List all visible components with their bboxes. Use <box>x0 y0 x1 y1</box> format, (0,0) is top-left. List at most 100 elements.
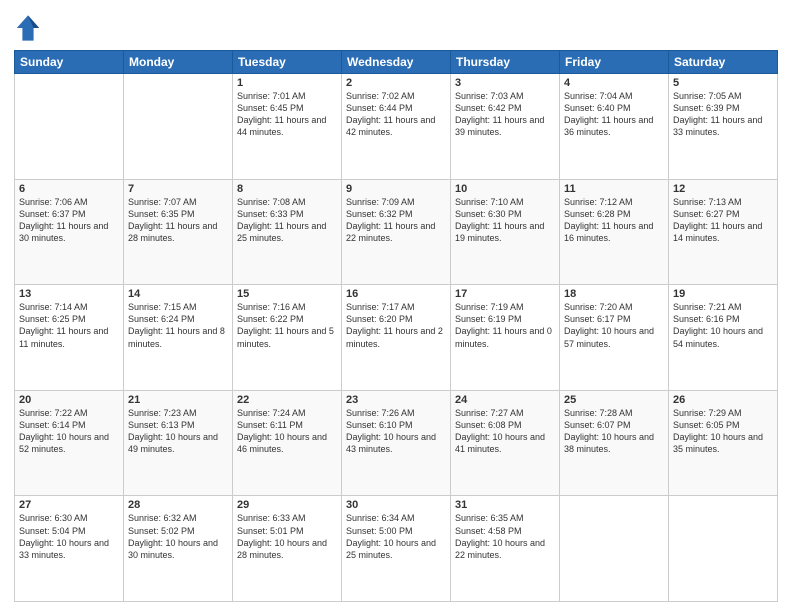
day-number: 30 <box>346 499 446 511</box>
calendar-day-cell <box>15 74 124 180</box>
sunset-text: Sunset: 6:42 PM <box>455 103 522 113</box>
weekday-header-cell: Friday <box>560 51 669 74</box>
daylight-text: Daylight: 11 hours and 44 minutes. <box>237 115 326 137</box>
day-number: 29 <box>237 499 337 511</box>
day-number: 26 <box>673 394 773 406</box>
calendar-week-row: 6Sunrise: 7:06 AMSunset: 6:37 PMDaylight… <box>15 179 778 285</box>
calendar-day-cell: 21Sunrise: 7:23 AMSunset: 6:13 PMDayligh… <box>124 390 233 496</box>
day-info: Sunrise: 7:16 AMSunset: 6:22 PMDaylight:… <box>237 301 337 350</box>
calendar-week-row: 1Sunrise: 7:01 AMSunset: 6:45 PMDaylight… <box>15 74 778 180</box>
day-info: Sunrise: 7:19 AMSunset: 6:19 PMDaylight:… <box>455 301 555 350</box>
calendar-day-cell: 24Sunrise: 7:27 AMSunset: 6:08 PMDayligh… <box>451 390 560 496</box>
day-info: Sunrise: 7:03 AM Sunset: 6:42 PM Daylight:… <box>455 90 555 139</box>
day-number: 9 <box>346 183 446 195</box>
day-info: Sunrise: 7:08 AMSunset: 6:33 PMDaylight:… <box>237 196 337 245</box>
sunrise-text: Sunrise: 7:23 AM <box>128 408 197 418</box>
daylight-text: Daylight: 10 hours and 25 minutes. <box>346 538 436 560</box>
sunset-text: Sunset: 6:27 PM <box>673 209 740 219</box>
weekday-header-cell: Saturday <box>669 51 778 74</box>
daylight-text: Daylight: 11 hours and 22 minutes. <box>346 221 435 243</box>
daylight-text: Daylight: 10 hours and 49 minutes. <box>128 432 218 454</box>
calendar-day-cell: 1Sunrise: 7:01 AMSunset: 6:45 PMDaylight… <box>233 74 342 180</box>
day-number: 7 <box>128 183 228 195</box>
day-info: Sunrise: 7:24 AMSunset: 6:11 PMDaylight:… <box>237 407 337 456</box>
daylight-text: Daylight: 10 hours and 28 minutes. <box>237 538 327 560</box>
day-info: Sunrise: 7:26 AMSunset: 6:10 PMDaylight:… <box>346 407 446 456</box>
sunset-text: Sunset: 6:17 PM <box>564 314 631 324</box>
weekday-header-cell: Monday <box>124 51 233 74</box>
sunset-text: Sunset: 6:14 PM <box>19 420 86 430</box>
sunrise-text: Sunrise: 7:19 AM <box>455 302 524 312</box>
day-info: Sunrise: 7:01 AM Sunset: 6:45 PM Daylight:… <box>237 90 337 139</box>
daylight-text: Daylight: 11 hours and 5 minutes. <box>237 326 334 348</box>
day-info: Sunrise: 7:15 AMSunset: 6:24 PMDaylight:… <box>128 301 228 350</box>
calendar-day-cell: 29Sunrise: 6:33 AMSunset: 5:01 PMDayligh… <box>233 496 342 602</box>
sunset-text: Sunset: 6:39 PM <box>673 103 740 113</box>
daylight-text: Daylight: 10 hours and 57 minutes. <box>564 326 654 348</box>
day-number: 20 <box>19 394 119 406</box>
day-info: Sunrise: 6:34 AMSunset: 5:00 PMDaylight:… <box>346 512 446 561</box>
day-number: 27 <box>19 499 119 511</box>
day-number: 3 <box>455 77 555 89</box>
daylight-text: Daylight: 11 hours and 11 minutes. <box>19 326 108 348</box>
sunrise-text: Sunrise: 6:34 AM <box>346 513 415 523</box>
day-number: 6 <box>19 183 119 195</box>
daylight-text: Daylight: 10 hours and 41 minutes. <box>455 432 545 454</box>
daylight-text: Daylight: 11 hours and 28 minutes. <box>128 221 217 243</box>
day-number: 13 <box>19 288 119 300</box>
day-info: Sunrise: 7:22 AMSunset: 6:14 PMDaylight:… <box>19 407 119 456</box>
sunrise-text: Sunrise: 7:04 AM <box>564 91 633 101</box>
day-info: Sunrise: 6:30 AMSunset: 5:04 PMDaylight:… <box>19 512 119 561</box>
daylight-text: Daylight: 11 hours and 30 minutes. <box>19 221 108 243</box>
sunrise-text: Sunrise: 6:33 AM <box>237 513 306 523</box>
sunrise-text: Sunrise: 7:06 AM <box>19 197 88 207</box>
sunrise-text: Sunrise: 7:14 AM <box>19 302 88 312</box>
sunrise-text: Sunrise: 7:17 AM <box>346 302 415 312</box>
sunrise-text: Sunrise: 7:20 AM <box>564 302 633 312</box>
day-number: 8 <box>237 183 337 195</box>
calendar-day-cell: 27Sunrise: 6:30 AMSunset: 5:04 PMDayligh… <box>15 496 124 602</box>
calendar-table: SundayMondayTuesdayWednesdayThursdayFrid… <box>14 50 778 602</box>
weekday-header-cell: Thursday <box>451 51 560 74</box>
calendar-day-cell: 22Sunrise: 7:24 AMSunset: 6:11 PMDayligh… <box>233 390 342 496</box>
calendar-day-cell: 4Sunrise: 7:04 AMSunset: 6:40 PMDaylight… <box>560 74 669 180</box>
day-info: Sunrise: 7:17 AMSunset: 6:20 PMDaylight:… <box>346 301 446 350</box>
sunrise-text: Sunrise: 7:27 AM <box>455 408 524 418</box>
calendar-day-cell: 31Sunrise: 6:35 AMSunset: 4:58 PMDayligh… <box>451 496 560 602</box>
calendar-day-cell: 3 Sunrise: 7:03 AM Sunset: 6:42 PM Daylight… <box>451 74 560 180</box>
daylight-text: Daylight: 11 hours and 36 minutes. <box>564 115 653 137</box>
daylight-text: Daylight: 11 hours and 2 minutes. <box>346 326 443 348</box>
sunrise-text: Sunrise: 7:13 AM <box>673 197 742 207</box>
daylight-text: Daylight: 10 hours and 46 minutes. <box>237 432 327 454</box>
day-number: 25 <box>564 394 664 406</box>
day-info: Sunrise: 7:09 AMSunset: 6:32 PMDaylight:… <box>346 196 446 245</box>
sunrise-text: Sunrise: 6:32 AM <box>128 513 197 523</box>
weekday-header-row: SundayMondayTuesdayWednesdayThursdayFrid… <box>15 51 778 74</box>
calendar-week-row: 13Sunrise: 7:14 AMSunset: 6:25 PMDayligh… <box>15 285 778 391</box>
day-number: 24 <box>455 394 555 406</box>
sunrise-text: Sunrise: 7:21 AM <box>673 302 742 312</box>
calendar-day-cell: 12Sunrise: 7:13 AMSunset: 6:27 PMDayligh… <box>669 179 778 285</box>
day-info: Sunrise: 7:06 AMSunset: 6:37 PMDaylight:… <box>19 196 119 245</box>
sunrise-text: Sunrise: 7:07 AM <box>128 197 197 207</box>
daylight-text: Daylight: 10 hours and 54 minutes. <box>673 326 763 348</box>
daylight-text: Daylight: 11 hours and 42 minutes. <box>346 115 435 137</box>
sunset-text: Sunset: 6:05 PM <box>673 420 740 430</box>
calendar-day-cell: 15Sunrise: 7:16 AMSunset: 6:22 PMDayligh… <box>233 285 342 391</box>
sunset-text: Sunset: 6:33 PM <box>237 209 304 219</box>
daylight-text: Daylight: 11 hours and 39 minutes. <box>455 115 544 137</box>
sunset-text: Sunset: 5:02 PM <box>128 526 195 536</box>
calendar-day-cell <box>669 496 778 602</box>
sunset-text: Sunset: 6:10 PM <box>346 420 413 430</box>
day-info: Sunrise: 6:35 AMSunset: 4:58 PMDaylight:… <box>455 512 555 561</box>
day-info: Sunrise: 6:33 AMSunset: 5:01 PMDaylight:… <box>237 512 337 561</box>
sunset-text: Sunset: 6:45 PM <box>237 103 304 113</box>
sunrise-text: Sunrise: 7:03 AM <box>455 91 524 101</box>
sunrise-text: Sunrise: 7:10 AM <box>455 197 524 207</box>
sunrise-text: Sunrise: 7:28 AM <box>564 408 633 418</box>
weekday-header-cell: Sunday <box>15 51 124 74</box>
day-number: 5 <box>673 77 773 89</box>
day-info: Sunrise: 6:32 AMSunset: 5:02 PMDaylight:… <box>128 512 228 561</box>
sunset-text: Sunset: 6:40 PM <box>564 103 631 113</box>
sunrise-text: Sunrise: 7:01 AM <box>237 91 306 101</box>
